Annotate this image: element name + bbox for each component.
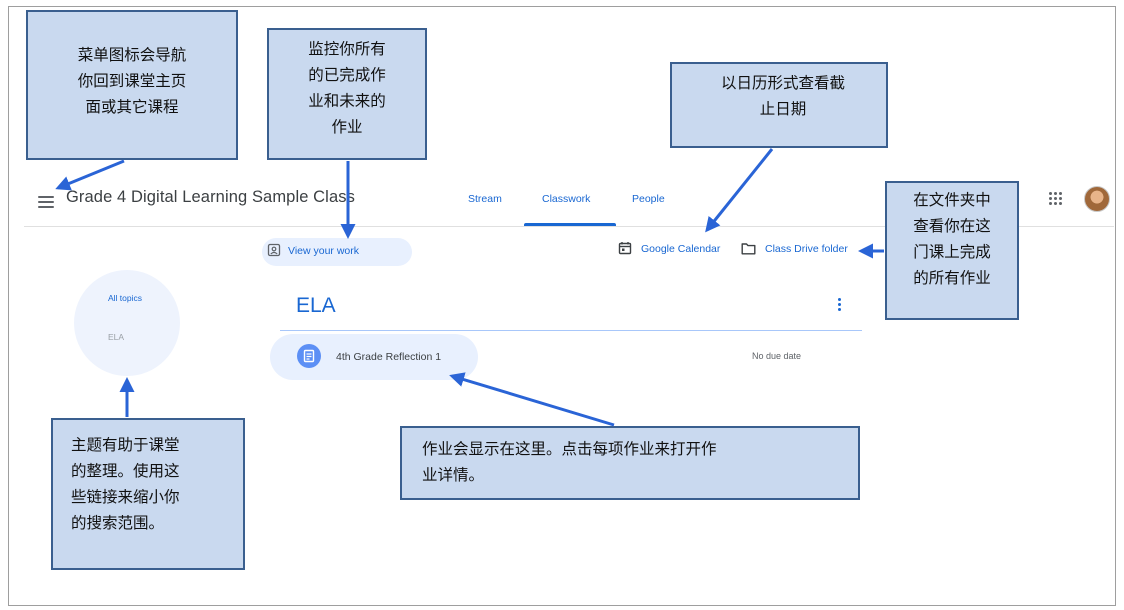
arrow-to-menu [55, 159, 125, 191]
annotation-arrows [55, 148, 884, 427]
arrow-to-assignment [449, 372, 615, 427]
arrow-to-calendar [705, 148, 774, 233]
